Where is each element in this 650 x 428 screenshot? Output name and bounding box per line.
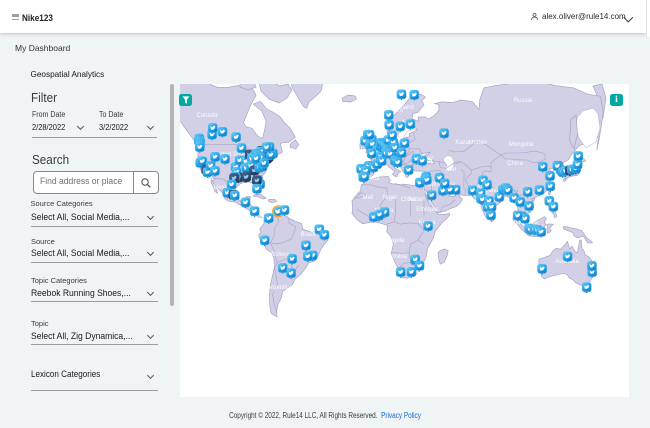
svg-text:Iran: Iran [446,167,456,173]
svg-text:Kazakhstan: Kazakhstan [455,140,486,146]
svg-text:China: China [507,161,523,167]
svg-text:Spain: Spain [350,148,365,154]
svg-text:Libya: Libya [392,179,407,185]
svg-text:Bolivia: Bolivia [271,252,289,258]
svg-text:Niger: Niger [383,195,397,201]
svg-text:Angola: Angola [386,238,405,244]
svg-text:Brazil: Brazil [300,232,315,238]
svg-text:Argentina: Argentina [267,285,293,291]
svg-text:Mongolia: Mongolia [509,142,534,148]
svg-text:Russia: Russia [514,98,533,104]
svg-text:Mali: Mali [362,195,373,201]
svg-text:Sudan: Sudan [407,197,424,203]
svg-text:Canada: Canada [196,113,218,119]
svg-text:Ethiopia: Ethiopia [416,207,438,213]
svg-text:Finland: Finland [394,105,414,111]
svg-text:Namibia: Namibia [385,254,408,260]
